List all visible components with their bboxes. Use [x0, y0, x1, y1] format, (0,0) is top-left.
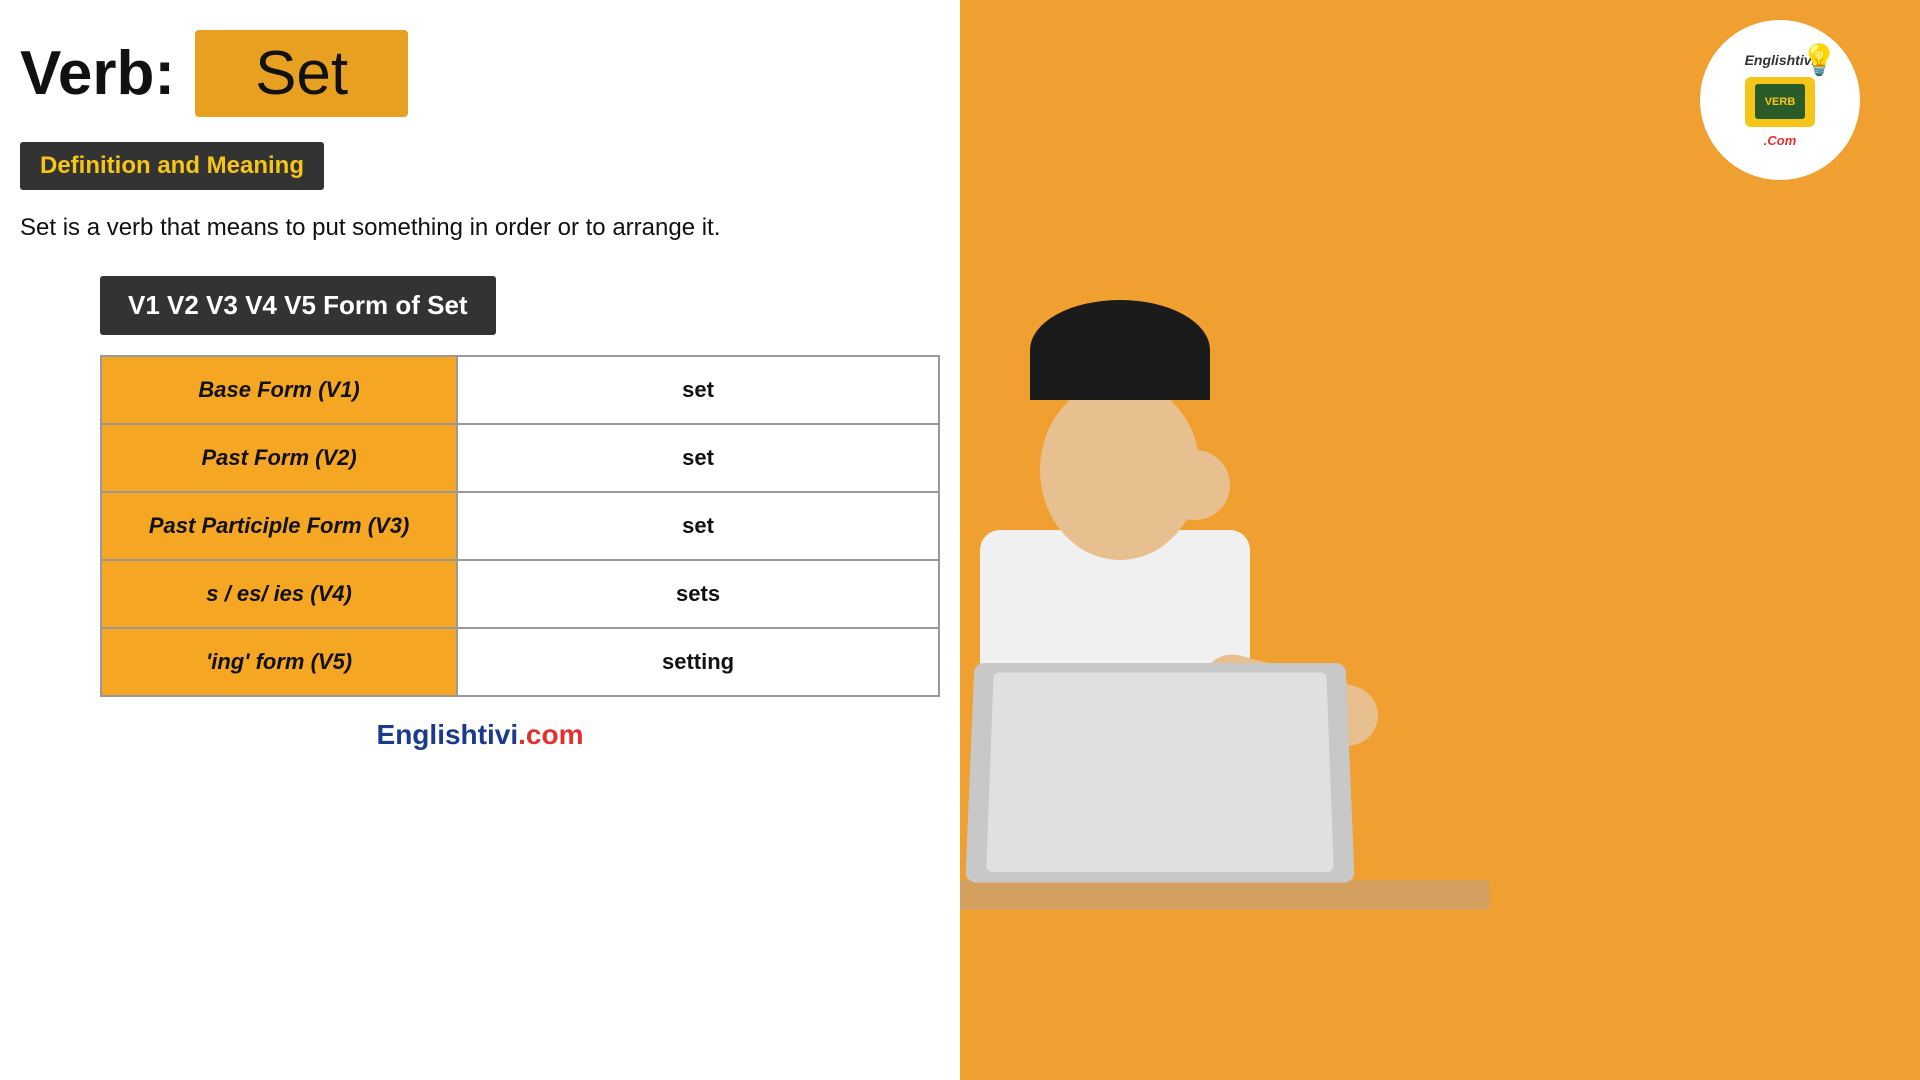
logo-tv-screen: VERB	[1755, 84, 1805, 119]
person-hair	[1030, 300, 1210, 400]
table-value-cell: setting	[457, 628, 939, 696]
person-area	[960, 180, 1920, 1080]
verb-forms-table: Base Form (V1)setPast Form (V2)setPast P…	[100, 355, 940, 697]
table-value-cell: set	[457, 356, 939, 424]
logo-circle: Englishtivi VERB 💡 .Com	[1700, 20, 1860, 180]
definition-text: Set is a verb that means to put somethin…	[20, 210, 940, 246]
main-content: Verb: Set Definition and Meaning Set is …	[0, 0, 960, 1080]
verb-word-box: Set	[195, 30, 408, 117]
table-value-cell: set	[457, 492, 939, 560]
verb-word: Set	[255, 39, 348, 108]
table-row: s / es/ ies (V4)sets	[101, 560, 939, 628]
right-panel: Englishtivi VERB 💡 .Com	[960, 0, 1920, 1080]
table-label-cell: Base Form (V1)	[101, 356, 457, 424]
logo-tv: VERB	[1745, 77, 1815, 127]
lightbulb-icon: 💡	[1801, 43, 1838, 78]
table-label-cell: Past Participle Form (V3)	[101, 492, 457, 560]
logo-text-bottom: .Com	[1764, 133, 1797, 148]
table-row: Past Participle Form (V3)set	[101, 492, 939, 560]
table-row: Base Form (V1)set	[101, 356, 939, 424]
laptop-body	[965, 663, 1354, 882]
v-forms-heading: V1 V2 V3 V4 V5 Form of Set	[100, 276, 496, 335]
footer-brand-blue: Englishtivi	[377, 719, 519, 750]
table-row: 'ing' form (V5)setting	[101, 628, 939, 696]
footer-brand-red: .com	[518, 719, 583, 750]
table-value-cell: sets	[457, 560, 939, 628]
person-hand	[1160, 450, 1230, 520]
laptop-screen	[986, 673, 1334, 872]
desk-surface	[960, 880, 1490, 910]
verb-label: Verb:	[20, 38, 175, 109]
footer-brand: Englishtivi.com	[20, 719, 940, 751]
person-figure-area	[960, 180, 1900, 1080]
logo-tv-text: VERB	[1765, 96, 1796, 108]
definition-heading: Definition and Meaning	[20, 142, 324, 190]
table-label-cell: Past Form (V2)	[101, 424, 457, 492]
table-label-cell: s / es/ ies (V4)	[101, 560, 457, 628]
verb-title-row: Verb: Set	[20, 30, 940, 117]
table-value-cell: set	[457, 424, 939, 492]
table-label-cell: 'ing' form (V5)	[101, 628, 457, 696]
table-row: Past Form (V2)set	[101, 424, 939, 492]
